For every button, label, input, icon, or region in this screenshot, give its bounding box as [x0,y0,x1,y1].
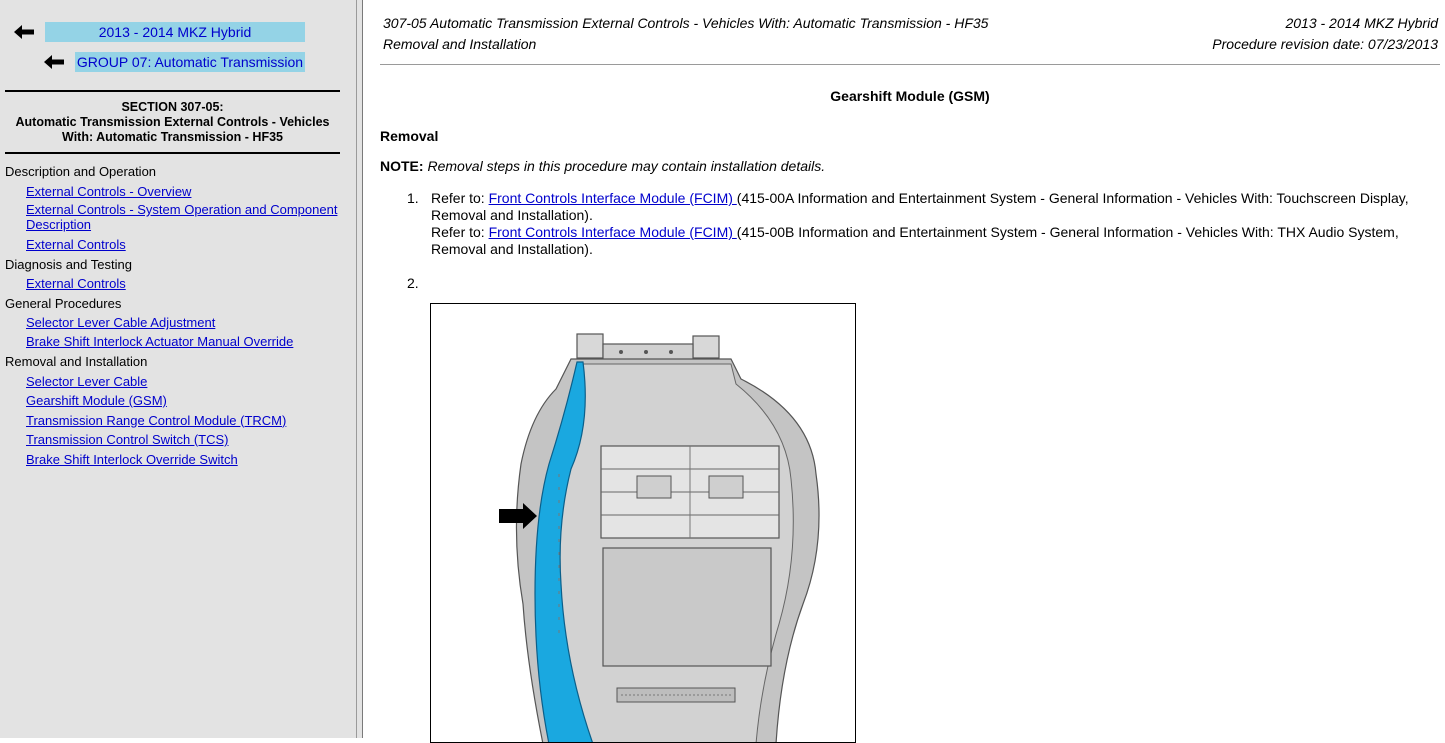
header-revision: Procedure revision date: 07/23/2013 [1212,36,1438,52]
page-title: Gearshift Module (GSM) [830,88,990,104]
toc-group-heading: Diagnosis and Testing [5,256,132,272]
pane-splitter[interactable] [356,0,363,738]
sidebar: 2013 - 2014 MKZ Hybrid GROUP 07: Automat… [0,0,356,738]
console-drawing [499,333,820,742]
toc-group-heading: Removal and Installation [5,354,148,369]
step-body: Refer to: Front Controls Interface Modul… [423,190,1427,258]
toc-group-heading: Description and Operation [5,164,157,179]
toc-link[interactable]: External Controls [5,274,345,294]
step-1: 1. Refer to: Front Controls Interface Mo… [407,190,1427,258]
refer-label: Refer to: [431,224,485,240]
toc-link[interactable]: Brake Shift Interlock Actuator Manual Ov… [5,333,345,353]
nav-vehicle-link[interactable]: 2013 - 2014 MKZ Hybrid [45,22,305,42]
header-rule [380,64,1440,65]
toc-link[interactable]: Transmission Range Control Module (TRCM) [5,411,345,431]
back-arrow-icon[interactable] [44,55,66,69]
header-vehicle: 2013 - 2014 MKZ Hybrid [1285,15,1438,31]
toc-link[interactable]: Selector Lever Cable Adjustment [5,313,345,333]
fcim-link-touchscreen[interactable]: Front Controls Interface Module (FCIM) [489,190,737,206]
toc-link[interactable]: External Controls [5,235,345,255]
toc-link[interactable]: Gearshift Module (GSM) [5,391,345,411]
section-name: Automatic Transmission External Controls… [15,115,330,144]
header-type: Removal and Installation [383,36,537,52]
note-label: NOTE: [380,158,424,174]
nav-vehicle-row[interactable]: 2013 - 2014 MKZ Hybrid [14,22,305,42]
toc-group-heading: General Procedures [5,295,122,311]
step-line: Refer to: Front Controls Interface Modul… [431,224,1427,258]
step-2: 2. [407,275,1427,292]
table-of-contents: Description and Operation External Contro… [5,162,345,469]
note: NOTE: Removal steps in this procedure ma… [380,158,825,174]
fcim-link-thx[interactable]: Front Controls Interface Module (FCIM) [489,224,737,240]
header-left: 307-05 Automatic Transmission External C… [383,13,988,55]
note-text: Removal steps in this procedure may cont… [427,158,826,174]
header-right: 2013 - 2014 MKZ Hybrid Procedure revisio… [1212,13,1438,55]
header-section: 307-05 Automatic Transmission External C… [383,15,989,31]
steps-list: 1. Refer to: Front Controls Interface Mo… [407,190,1427,292]
step-line: Refer to: Front Controls Interface Modul… [431,190,1427,224]
nav-group-link[interactable]: GROUP 07: Automatic Transmission [75,52,305,72]
refer-label: Refer to: [431,190,485,206]
nav-group-row[interactable]: GROUP 07: Automatic Transmission [44,52,305,72]
step-number: 1. [407,190,419,206]
toc-link[interactable]: External Controls - System Operation and… [5,201,345,235]
toc-link[interactable]: Selector Lever Cable [5,372,345,392]
sidebar-divider [5,152,340,154]
gsm-illustration [430,303,856,743]
sidebar-divider [5,90,340,92]
toc-link[interactable]: External Controls - Overview [5,182,345,202]
toc-link[interactable]: Transmission Control Switch (TCS) [5,430,345,450]
toc-link[interactable]: Brake Shift Interlock Override Switch [5,450,345,470]
section-title: SECTION 307-05: Automatic Transmission E… [5,100,340,145]
main-content: 307-05 Automatic Transmission External C… [364,0,1445,743]
back-arrow-icon[interactable] [14,25,36,39]
subheading: Removal [380,128,439,144]
section-number: SECTION 307-05: [121,100,224,114]
step-number: 2. [407,275,419,291]
